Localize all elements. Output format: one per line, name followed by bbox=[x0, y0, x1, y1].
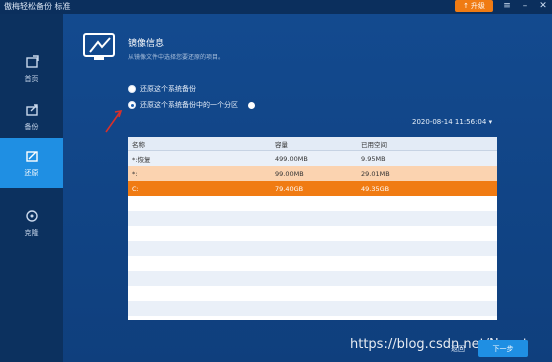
table-row[interactable]: *:恢复 499.00MB 9.95MB bbox=[128, 151, 497, 166]
cell-used: 49.35GB bbox=[361, 184, 390, 193]
upgrade-button[interactable]: ↑ 升级 bbox=[455, 0, 493, 12]
sidebar-item-label: 备份 bbox=[24, 123, 39, 131]
column-header-used[interactable]: 已用空间 bbox=[361, 137, 387, 150]
red-arrow-annotation bbox=[105, 109, 123, 133]
page-title: 镜像信息 bbox=[128, 39, 165, 49]
clone-icon bbox=[25, 210, 38, 222]
restore-icon bbox=[25, 151, 38, 162]
image-info-icon bbox=[83, 33, 115, 60]
cell-capacity: 499.00MB bbox=[275, 154, 308, 163]
cell-capacity: 79.40GB bbox=[275, 184, 304, 193]
option-restore-partition[interactable]: 还原这个系统备份中的一个分区 bbox=[128, 100, 255, 110]
title-bar: 傲梅轻松备份 标准 ↑ 升级 ≡ – ✕ bbox=[0, 0, 552, 14]
help-icon[interactable] bbox=[248, 101, 255, 109]
home-icon bbox=[25, 55, 39, 68]
table-row-empty bbox=[128, 226, 497, 241]
sidebar-item-clone[interactable]: 克隆 bbox=[0, 198, 63, 248]
sidebar-item-restore[interactable]: 还原 bbox=[0, 138, 63, 188]
table-row-empty bbox=[128, 196, 497, 211]
table-header: 名称 容量 已用空间 bbox=[128, 137, 497, 151]
menu-icon[interactable]: ≡ bbox=[498, 0, 516, 12]
column-header-capacity[interactable]: 容量 bbox=[275, 137, 288, 150]
radio-button-selected[interactable] bbox=[128, 101, 136, 109]
app-title: 傲梅轻松备份 标准 bbox=[4, 2, 71, 11]
timestamp-value: 2020-08-14 11:56:04 bbox=[412, 118, 487, 126]
table-row-empty bbox=[128, 271, 497, 286]
chevron-down-icon: ▾ bbox=[488, 118, 493, 126]
sidebar-item-label: 克隆 bbox=[24, 229, 39, 237]
table-row-empty bbox=[128, 286, 497, 301]
cell-used: 29.01MB bbox=[361, 169, 390, 178]
close-icon[interactable]: ✕ bbox=[534, 0, 552, 12]
table-row-empty bbox=[128, 256, 497, 271]
column-header-name[interactable]: 名称 bbox=[132, 137, 145, 150]
back-button[interactable]: 返回 bbox=[442, 342, 474, 356]
backup-timestamp-dropdown[interactable]: 2020-08-14 11:56:04 ▾ bbox=[412, 118, 492, 126]
option-label: 还原这个系统备份中的一个分区 bbox=[140, 101, 238, 109]
cell-name: *: bbox=[132, 169, 138, 178]
minimize-icon[interactable]: – bbox=[516, 0, 534, 12]
page-subtitle: 从镜像文件中选择您要还原的项目。 bbox=[128, 54, 225, 61]
cell-name: C: bbox=[132, 184, 139, 193]
sidebar-item-backup[interactable]: 备份 bbox=[0, 92, 63, 142]
upgrade-label: 升级 bbox=[470, 2, 485, 10]
sidebar-item-label: 还原 bbox=[24, 169, 39, 177]
sidebar-item-home[interactable]: 首页 bbox=[0, 44, 63, 94]
backup-icon bbox=[25, 104, 38, 116]
table-row-empty bbox=[128, 241, 497, 256]
partition-table: 名称 容量 已用空间 *:恢复 499.00MB 9.95MB *: 99.00… bbox=[128, 137, 497, 320]
up-arrow-icon: ↑ bbox=[463, 2, 469, 10]
cell-used: 9.95MB bbox=[361, 154, 386, 163]
sidebar-item-label: 首页 bbox=[24, 75, 39, 83]
option-label: 还原这个系统备份 bbox=[140, 85, 196, 93]
cell-name: *:恢复 bbox=[132, 155, 151, 164]
table-row-empty bbox=[128, 211, 497, 226]
table-row-selected[interactable]: C: 79.40GB 49.35GB bbox=[128, 181, 497, 196]
next-button[interactable]: 下一步 bbox=[478, 340, 528, 357]
table-row[interactable]: *: 99.00MB 29.01MB bbox=[128, 166, 497, 181]
sidebar: 首页 备份 还原 克隆 bbox=[0, 14, 63, 362]
radio-button[interactable] bbox=[128, 85, 136, 93]
option-restore-system-backup[interactable]: 还原这个系统备份 bbox=[128, 84, 196, 94]
table-row-empty bbox=[128, 301, 497, 316]
cell-capacity: 99.00MB bbox=[275, 169, 304, 178]
